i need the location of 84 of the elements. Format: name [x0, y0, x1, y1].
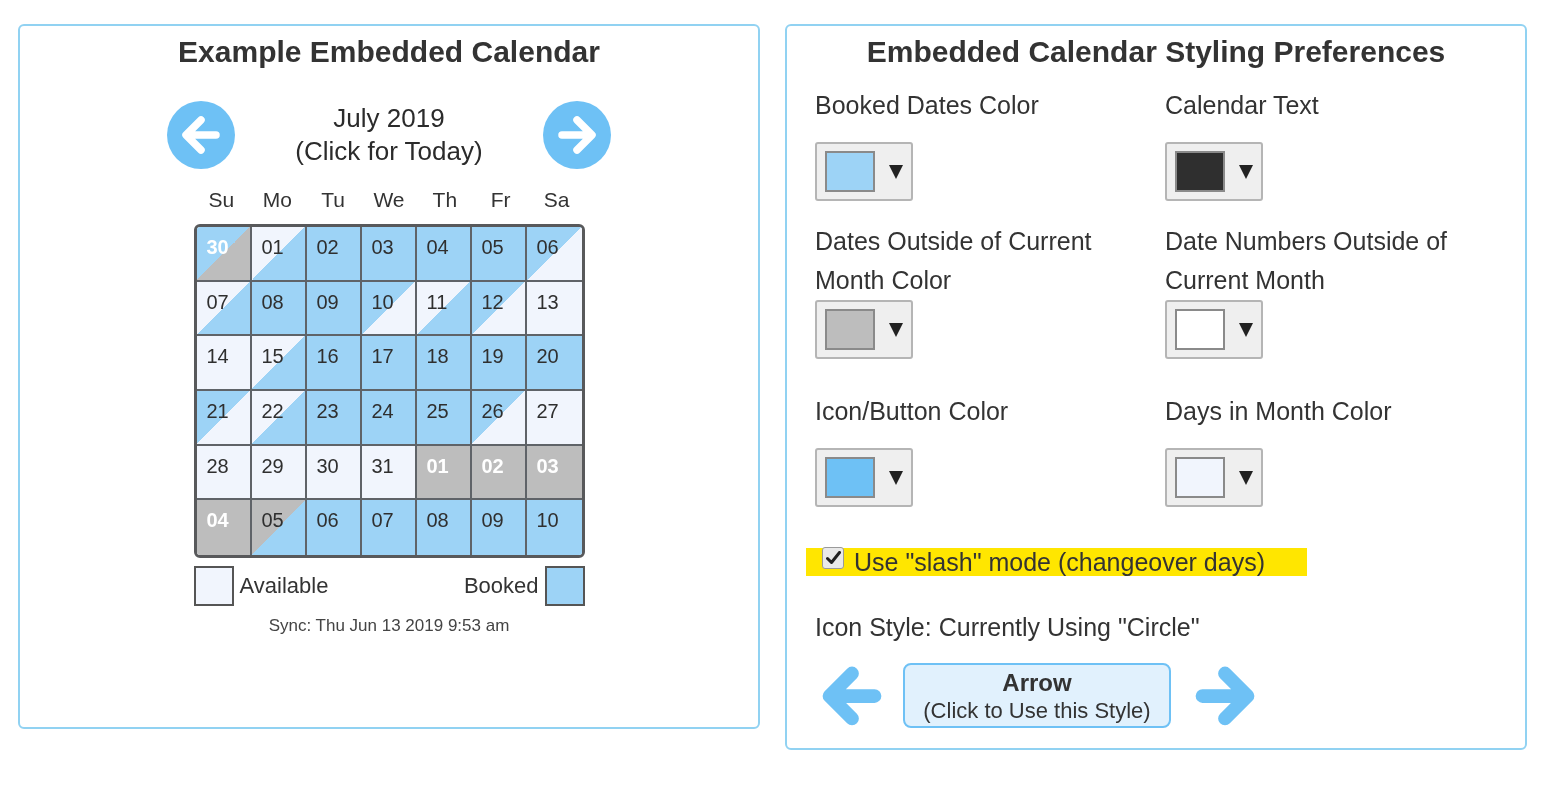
day-cell: 16: [306, 336, 362, 391]
day-cell: 08: [251, 281, 307, 337]
setting-label: Icon/Button Color: [815, 396, 1010, 427]
panel-title: Embedded Calendar Styling Preferences: [866, 34, 1447, 70]
slash-mode-label: Use "slash" mode (changeover days): [854, 548, 1265, 576]
day-cell: 11: [416, 281, 472, 337]
day-cell: 02: [471, 445, 527, 501]
day-cell: 18: [416, 336, 472, 391]
day-cell: 03: [526, 445, 582, 501]
setting-label: Date Numbers Outside of Current Month: [1165, 226, 1449, 296]
legend-label: Booked: [463, 572, 539, 600]
setting-label: Calendar Text: [1165, 90, 1320, 121]
caret-icon: [1239, 470, 1253, 485]
day-cell: 05: [251, 500, 307, 555]
caret-icon: [889, 470, 903, 485]
caret-icon: [1239, 322, 1253, 337]
caret-icon: [1239, 164, 1253, 179]
day-cell: 24: [361, 391, 417, 446]
sync-timestamp: Sync: Thu Jun 13 2019 9:53 am: [268, 615, 510, 637]
weekday-label: We: [373, 187, 405, 213]
previous-style-button[interactable]: [822, 665, 882, 726]
day-cell: 15: [251, 336, 307, 391]
month-title-button[interactable]: July 2019 (Click for Today): [235, 102, 543, 168]
color-picker[interactable]: [1165, 300, 1263, 359]
day-cell: 19: [471, 336, 527, 391]
day-cell: 03: [361, 227, 417, 282]
day-cell: 06: [306, 500, 362, 555]
day-cell: 20: [526, 336, 582, 391]
setting-label: Booked Dates Color: [815, 90, 1040, 121]
color-picker[interactable]: [1165, 142, 1263, 201]
day-cell: 28: [196, 445, 252, 501]
day-cell: 13: [526, 281, 582, 337]
day-cell: 10: [526, 500, 582, 555]
day-cell: 09: [471, 500, 527, 555]
arrow-right-icon: [1195, 665, 1255, 726]
day-cell: 23: [306, 391, 362, 446]
color-picker[interactable]: [1165, 448, 1263, 507]
day-cell: 05: [471, 227, 527, 282]
arrow-right-icon: [557, 115, 597, 155]
weekday-label: Sa: [543, 187, 570, 213]
day-cell: 25: [416, 391, 472, 446]
arrow-left-icon: [181, 115, 221, 155]
day-cell: 29: [251, 445, 307, 501]
color-picker[interactable]: [815, 300, 913, 359]
day-cell: 02: [306, 227, 362, 282]
day-cell: 12: [471, 281, 527, 337]
caret-icon: [889, 322, 903, 337]
setting-label: Days in Month Color: [1165, 396, 1393, 427]
day-cell: 21: [196, 391, 252, 446]
weekday-label: Su: [208, 187, 235, 213]
day-cell: 04: [196, 500, 252, 555]
slash-mode-checkbox[interactable]: [822, 547, 844, 569]
weekday-label: Tu: [321, 187, 345, 213]
use-style-button[interactable]: Arrow (Click to Use this Style): [903, 663, 1171, 728]
day-cell: 26: [471, 391, 527, 446]
day-cell: 07: [361, 500, 417, 555]
day-cell: 17: [361, 336, 417, 391]
day-cell: 01: [251, 227, 307, 282]
weekday-label: Th: [432, 187, 458, 213]
day-cell: 14: [196, 336, 252, 391]
checkmark-icon: [825, 551, 841, 565]
day-cell: 31: [361, 445, 417, 501]
setting-label: Dates Outside of Current Month Color: [815, 226, 1093, 296]
day-cell: 01: [416, 445, 472, 501]
color-picker[interactable]: [815, 142, 913, 201]
legend-label: Available: [239, 572, 329, 600]
panel-title: Example Embedded Calendar: [178, 34, 600, 70]
day-cell: 06: [526, 227, 582, 282]
day-cell: 10: [361, 281, 417, 337]
color-picker[interactable]: [815, 448, 913, 507]
weekday-label: Fr: [490, 187, 511, 213]
arrow-left-icon: [822, 665, 882, 726]
day-cell: 30: [306, 445, 362, 501]
weekday-label: Mo: [262, 187, 292, 213]
caret-icon: [889, 164, 903, 179]
day-cell: 22: [251, 391, 307, 446]
icon-style-label: Icon Style: Currently Using "Circle": [815, 612, 1200, 643]
day-cell: 04: [416, 227, 472, 282]
day-cell: 08: [416, 500, 472, 555]
day-cell: 30: [196, 227, 252, 282]
next-style-button[interactable]: [1195, 665, 1255, 726]
day-cell: 09: [306, 281, 362, 337]
day-cell: 07: [196, 281, 252, 337]
day-cell: 27: [526, 391, 582, 446]
